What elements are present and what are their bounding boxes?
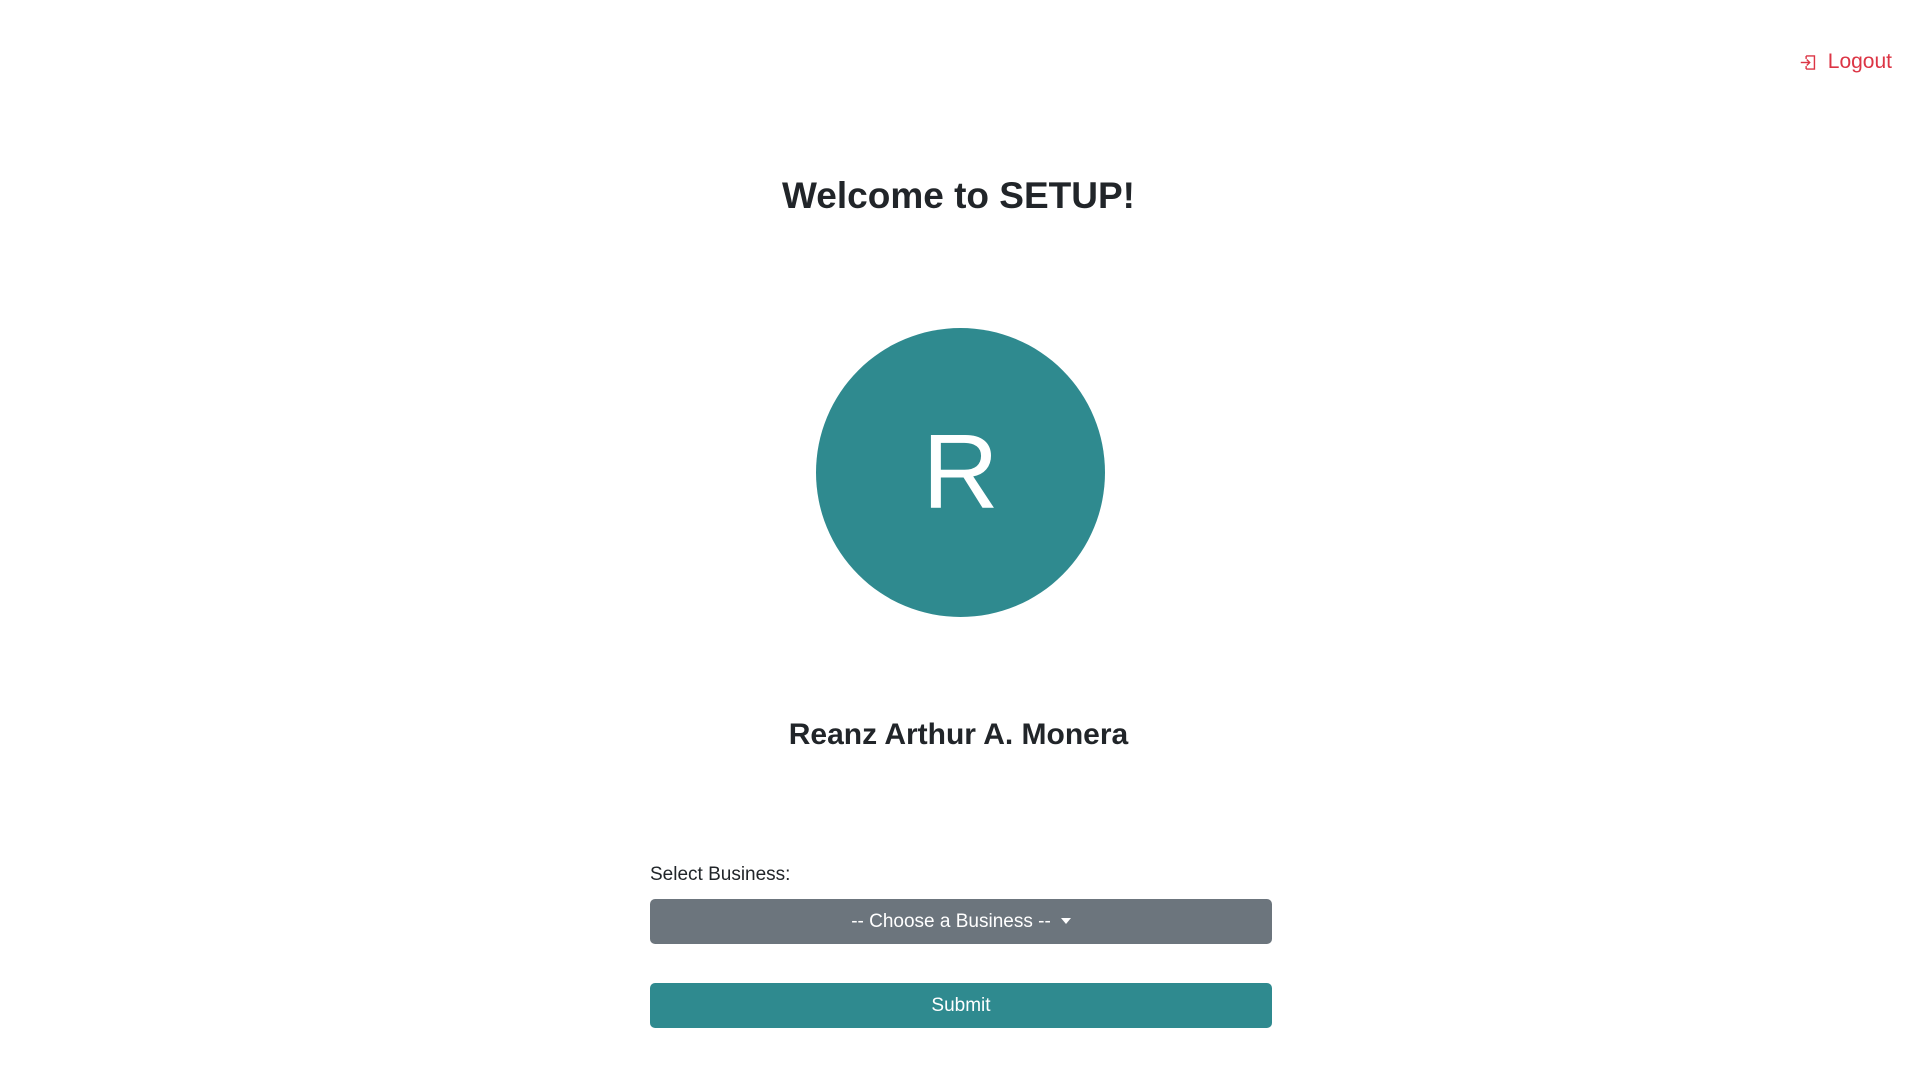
logout-label[interactable]: Logout — [1828, 50, 1892, 74]
select-business-label: Select Business: — [650, 864, 791, 885]
page-title: Welcome to SETUP! — [782, 175, 1135, 216]
logout-icon — [1800, 54, 1815, 70]
logout-link[interactable]: Logout — [1799, 50, 1892, 74]
business-dropdown[interactable]: -- Choose a Business -- — [650, 899, 1272, 944]
business-dropdown-value: -- Choose a Business -- — [851, 910, 1051, 932]
submit-button[interactable]: Submit — [650, 983, 1272, 1028]
chevron-down-icon — [1060, 917, 1071, 924]
business-form: Select Business: -- Choose a Business --… — [650, 864, 1272, 1028]
user-name: Reanz Arthur A. Monera — [788, 718, 1129, 751]
avatar: R — [816, 328, 1105, 617]
avatar-initial: R — [922, 413, 999, 531]
